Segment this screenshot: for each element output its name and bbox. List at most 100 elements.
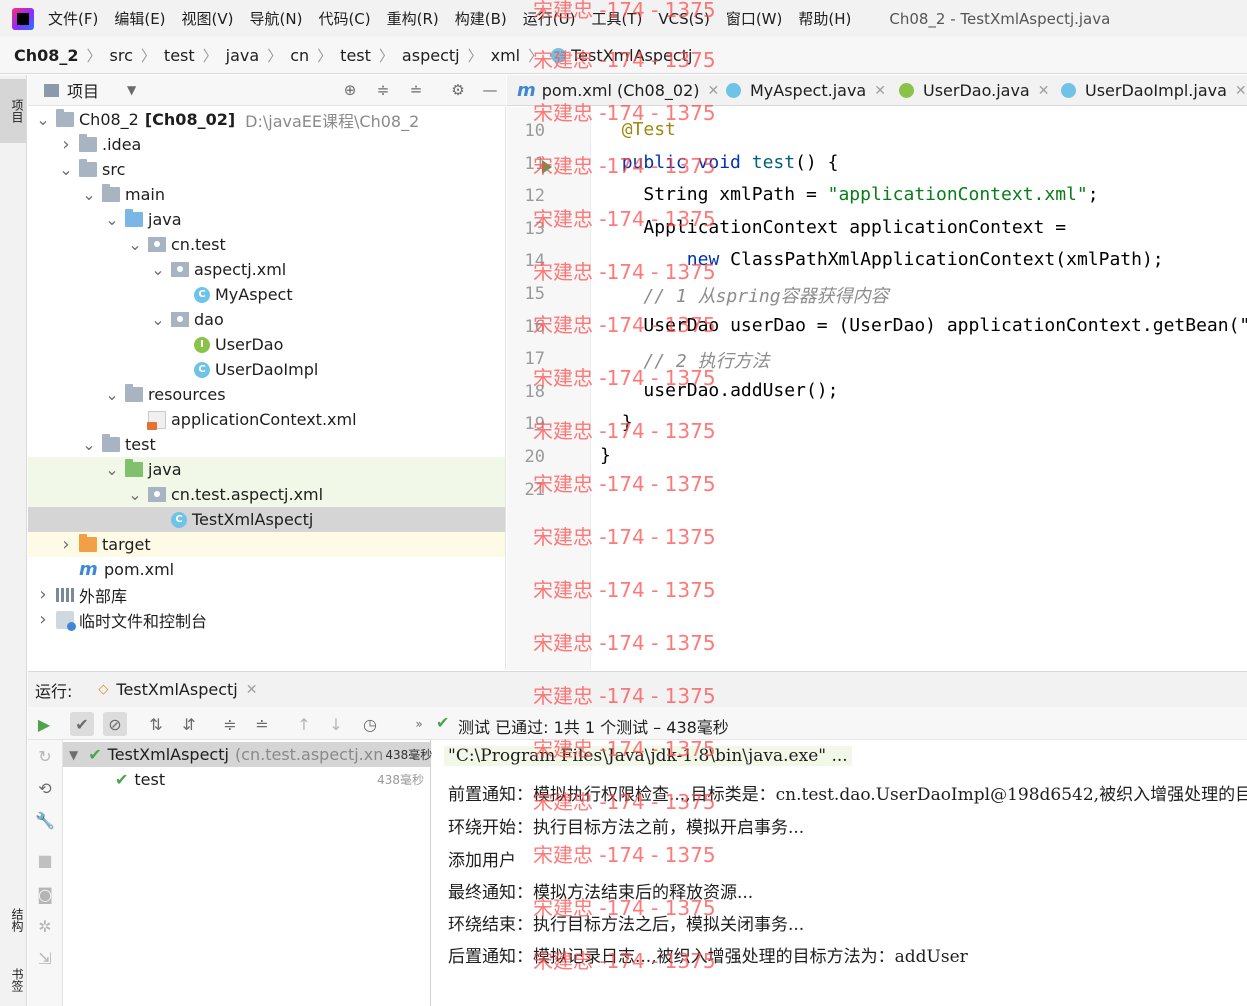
- menu-view[interactable]: 视图(V): [182, 8, 234, 29]
- rerun-icon[interactable]: ▶: [32, 712, 56, 736]
- more-icon[interactable]: »: [407, 712, 431, 736]
- tree-item[interactable]: ›mpom.xml: [28, 557, 505, 582]
- chevron-down-icon[interactable]: ⌄: [128, 485, 142, 504]
- chevron-right-icon[interactable]: ›: [36, 584, 50, 605]
- breadcrumb-item[interactable]: cn: [290, 46, 309, 65]
- tree-item[interactable]: ›CMyAspect: [28, 282, 505, 307]
- rerun-failed-icon[interactable]: ↻: [33, 744, 57, 768]
- tree-item[interactable]: ⌄ src: [28, 157, 505, 182]
- breadcrumb-item[interactable]: Ch08_2: [14, 46, 79, 65]
- expand-all-icon[interactable]: ≑: [218, 712, 242, 736]
- clock-icon[interactable]: ◷: [358, 712, 382, 736]
- menu-file[interactable]: 文件(F): [48, 8, 98, 29]
- crosshair-icon[interactable]: ⊕: [339, 79, 361, 101]
- breadcrumb-item[interactable]: src: [110, 46, 133, 65]
- tree-item[interactable]: ⌄ java: [28, 207, 505, 232]
- tree-item[interactable]: ⌄ main: [28, 182, 505, 207]
- tree-item[interactable]: ⌄ test: [28, 432, 505, 457]
- project-tool-tab[interactable]: 项目: [0, 79, 26, 143]
- run-test-gutter-icon[interactable]: [542, 160, 552, 174]
- breadcrumb-item[interactable]: test: [340, 46, 371, 65]
- test-case-row[interactable]: ✔ test 438毫秒: [63, 767, 430, 792]
- stop-icon[interactable]: ■: [33, 848, 57, 872]
- tree-item[interactable]: ›applicationContext.xml: [28, 407, 505, 432]
- test-suite-row[interactable]: ▼ ✔ TestXmlAspectj (cn.test.aspectj.xn 4…: [63, 742, 432, 767]
- camera-icon[interactable]: ◙: [33, 882, 57, 906]
- tree-item[interactable]: ⌄ aspectj.xml: [28, 257, 505, 282]
- breadcrumb-item[interactable]: java: [226, 46, 260, 65]
- chevron-down-icon[interactable]: ⌄: [105, 385, 119, 404]
- menu-vcs[interactable]: VCS(S): [658, 10, 709, 28]
- menu-refactor[interactable]: 重构(R): [387, 8, 439, 29]
- chevron-down-icon[interactable]: ⌄: [151, 310, 165, 329]
- expand-all-icon[interactable]: ≑: [372, 79, 394, 101]
- arrow-up-icon[interactable]: ↑: [292, 712, 316, 736]
- close-icon[interactable]: ✕: [1038, 83, 1050, 99]
- tree-item[interactable]: › 外部库: [28, 582, 505, 607]
- chevron-down-icon[interactable]: ⌄: [36, 110, 50, 129]
- menu-tools[interactable]: 工具(T): [591, 8, 642, 29]
- tab-myaspect[interactable]: MyAspect.java ✕: [726, 75, 886, 105]
- menu-help[interactable]: 帮助(H): [798, 8, 851, 29]
- breadcrumb-item[interactable]: xml: [491, 46, 521, 65]
- tree-item[interactable]: › target: [28, 532, 505, 557]
- structure-tool-tab[interactable]: 结构: [0, 890, 26, 950]
- sort-alpha-icon[interactable]: ⇅: [144, 712, 168, 736]
- collapse-all-icon[interactable]: ≐: [250, 712, 274, 736]
- menu-edit[interactable]: 编辑(E): [114, 8, 165, 29]
- tree-item[interactable]: ›CTestXmlAspectj: [28, 507, 505, 532]
- chevron-down-icon[interactable]: ⌄: [151, 260, 165, 279]
- chevron-down-icon[interactable]: ⌄: [82, 185, 96, 204]
- tree-item[interactable]: ⌄ java: [28, 457, 505, 482]
- close-icon[interactable]: ✕: [874, 83, 886, 99]
- import-icon[interactable]: ⇲: [33, 946, 57, 970]
- console-output[interactable]: "C:\Program Files\Java\jdk-1.8\bin\java.…: [432, 740, 1247, 1006]
- chevron-down-icon[interactable]: ⌄: [128, 235, 142, 254]
- chevron-down-icon[interactable]: ▼: [127, 83, 136, 97]
- chevron-down-icon[interactable]: ▼: [69, 748, 78, 762]
- close-icon[interactable]: ✕: [246, 682, 258, 698]
- tree-item[interactable]: ›CUserDaoImpl: [28, 357, 505, 382]
- minimize-icon[interactable]: —: [479, 79, 501, 101]
- menu-window[interactable]: 窗口(W): [726, 8, 783, 29]
- chevron-right-icon[interactable]: ›: [36, 609, 50, 630]
- menu-run[interactable]: 运行(U): [523, 8, 576, 29]
- menu-build[interactable]: 构建(B): [455, 8, 507, 29]
- chevron-down-icon[interactable]: ⌄: [105, 460, 119, 479]
- arrow-down-icon[interactable]: ↓: [324, 712, 348, 736]
- sort-duration-icon[interactable]: ⇵: [177, 712, 201, 736]
- chevron-right-icon[interactable]: ›: [59, 534, 73, 555]
- tree-item[interactable]: ⌄ dao: [28, 307, 505, 332]
- editor-gutter[interactable]: 10 11 12 13 14 15 16 17 18 19 20 21: [507, 107, 591, 670]
- menu-code[interactable]: 代码(C): [318, 8, 370, 29]
- tree-item[interactable]: ⌄ cn.test: [28, 232, 505, 257]
- tab-pom-xml[interactable]: m pom.xml (Ch08_02) ✕: [517, 75, 719, 105]
- close-icon[interactable]: ✕: [707, 83, 719, 99]
- toggle-auto-test-icon[interactable]: ⟲: [33, 776, 57, 800]
- show-passed-icon[interactable]: ✔: [70, 712, 94, 736]
- breadcrumb-item[interactable]: aspectj: [402, 46, 460, 65]
- code-editor[interactable]: @Test public void test() {String xmlPath …: [592, 107, 1247, 670]
- tree-item[interactable]: › .idea: [28, 132, 505, 157]
- wrench-icon[interactable]: 🔧: [33, 808, 57, 832]
- breadcrumb-item[interactable]: TestXmlAspectj: [571, 46, 692, 65]
- chevron-right-icon[interactable]: ›: [59, 134, 73, 155]
- tree-item[interactable]: ⌄ cn.test.aspectj.xml: [28, 482, 505, 507]
- menu-navigate[interactable]: 导航(N): [250, 8, 303, 29]
- chevron-down-icon[interactable]: ⌄: [82, 435, 96, 454]
- tree-item[interactable]: › 临时文件和控制台: [28, 607, 505, 632]
- breadcrumb-item[interactable]: test: [164, 46, 195, 65]
- run-tab-label[interactable]: TestXmlAspectj: [116, 680, 237, 699]
- tree-item[interactable]: ⌄ Ch08_2 [Ch08_02] D:\javaEE课程\Ch08_2: [28, 107, 505, 132]
- tree-item[interactable]: ›IUserDao: [28, 332, 505, 357]
- tab-userdao[interactable]: UserDao.java ✕: [899, 75, 1050, 105]
- debug-icon[interactable]: ✲: [33, 914, 57, 938]
- collapse-all-icon[interactable]: ≐: [405, 79, 427, 101]
- tree-item[interactable]: ⌄ resources: [28, 382, 505, 407]
- gear-icon[interactable]: ⚙: [447, 79, 469, 101]
- chevron-down-icon[interactable]: ⌄: [105, 210, 119, 229]
- close-icon[interactable]: ✕: [1235, 83, 1247, 99]
- tab-userdaoimpl[interactable]: UserDaoImpl.java ✕: [1061, 75, 1247, 105]
- chevron-down-icon[interactable]: ⌄: [59, 160, 73, 179]
- bookmarks-tool-tab[interactable]: 书签: [0, 955, 26, 1005]
